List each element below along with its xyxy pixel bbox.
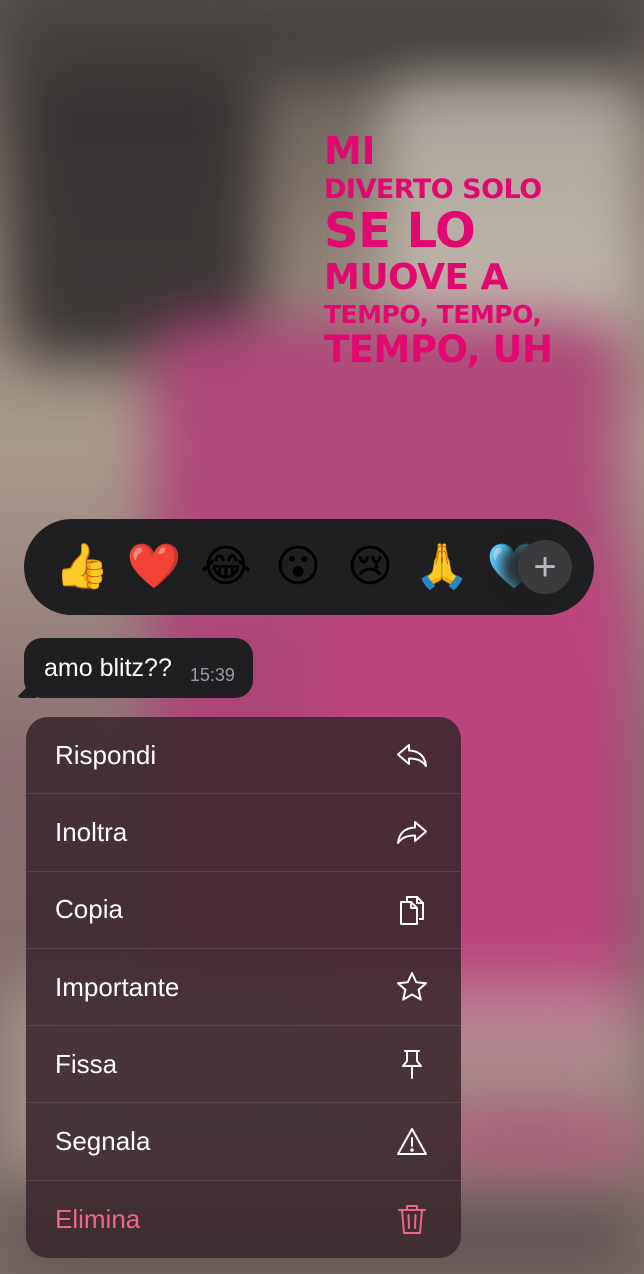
menu-item-label: Elimina xyxy=(55,1203,141,1234)
menu-item-forward[interactable]: Inoltra xyxy=(26,794,461,872)
forward-icon xyxy=(395,815,429,849)
menu-item-label: Fissa xyxy=(55,1048,118,1079)
menu-item-star[interactable]: Importante xyxy=(26,949,461,1027)
lyrics-line: TEMPO, TEMPO, xyxy=(324,300,542,330)
menu-item-copy[interactable]: Copia xyxy=(26,872,461,949)
menu-item-reply[interactable]: Rispondi xyxy=(26,717,461,795)
star-icon xyxy=(395,970,429,1004)
reaction-laughing[interactable]: 😂 xyxy=(190,545,262,589)
menu-item-label: Importante xyxy=(55,971,180,1002)
menu-item-label: Copia xyxy=(55,894,123,925)
reaction-crying[interactable]: 😢 xyxy=(334,545,406,589)
lyrics-line: MUOVE A xyxy=(324,256,509,298)
lyrics-line: TEMPO, UH xyxy=(324,327,553,371)
message-text: amo blitz?? xyxy=(44,653,172,682)
menu-item-label: Inoltra xyxy=(55,816,128,847)
lyrics-line: MI xyxy=(324,129,375,173)
pin-icon xyxy=(395,1047,429,1081)
menu-item-delete[interactable]: Elimina xyxy=(26,1181,461,1258)
reply-icon xyxy=(395,738,429,772)
plus-icon: + xyxy=(533,545,557,589)
menu-item-pin[interactable]: Fissa xyxy=(26,1026,461,1104)
reaction-thumbs-up[interactable]: 👍 xyxy=(46,545,118,589)
reaction-surprised[interactable]: 😮 xyxy=(262,545,334,589)
reaction-bar: 👍 ❤️ 😂 😮 😢 🙏 🩵 + xyxy=(24,519,594,615)
menu-item-report[interactable]: Segnala xyxy=(26,1103,461,1181)
copy-icon xyxy=(395,893,429,927)
trash-icon xyxy=(395,1202,429,1236)
menu-item-label: Segnala xyxy=(55,1126,151,1157)
lyrics-line: SE LO xyxy=(324,203,476,260)
lyrics-overlay: MI DIVERTO SOLO SE LO MUOVE A TEMPO, TEM… xyxy=(324,129,624,371)
message-bubble[interactable]: amo blitz?? 15:39 xyxy=(24,638,253,698)
reaction-heart[interactable]: ❤️ xyxy=(118,545,190,589)
more-reactions-button[interactable]: + xyxy=(518,540,572,594)
lyrics-line: DIVERTO SOLO xyxy=(324,173,542,205)
message-timestamp: 15:39 xyxy=(189,664,235,685)
message-context-menu: Rispondi Inoltra Copia Importante Fissa … xyxy=(26,717,461,1258)
warning-icon xyxy=(395,1125,429,1159)
menu-item-label: Rispondi xyxy=(55,739,157,770)
reaction-pray[interactable]: 🙏 xyxy=(406,545,478,589)
